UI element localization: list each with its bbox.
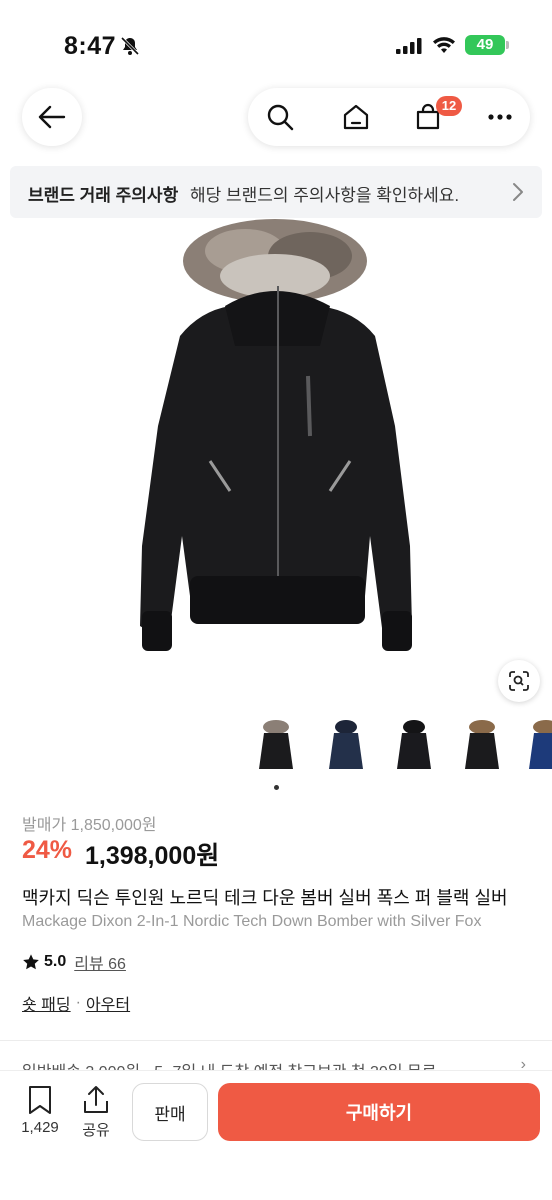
image-search-button[interactable] [498,660,540,702]
star-icon [23,954,39,970]
product-title-english: Mackage Dixon 2-In-1 Nordic Tech Down Bo… [22,913,482,930]
bottom-action-bar: 1,429 공유 판매 구매하기 [0,1070,552,1200]
thumbnail-strip [250,716,552,786]
more-button[interactable] [470,88,530,146]
back-button[interactable] [22,88,82,146]
bookmark-icon [29,1086,51,1114]
thumbnail-blue[interactable] [520,716,552,778]
release-price: 발매가 1,850,000원 [22,817,157,834]
cart-button[interactable]: 12 [398,88,462,146]
bookmark-count: 1,429 [21,1119,59,1136]
status-time: 8:47 [64,32,117,60]
battery-indicator: 49 [465,35,509,55]
home-button[interactable] [326,88,386,146]
review-link[interactable]: 리뷰 66 [74,950,126,974]
thumbnail-navy[interactable] [320,716,372,778]
wifi-icon [433,37,455,53]
bookmark-button[interactable]: 1,429 [10,1085,70,1136]
search-icon [267,104,294,131]
arrow-left-icon [38,105,66,129]
carousel-dot-active [274,785,279,790]
section-divider [0,1040,552,1041]
product-title-korean: 맥카지 딕슨 투인원 노르딕 테크 다운 봄버 실버 폭스 퍼 블랙 실버 [22,888,508,908]
category-breadcrumb: 숏 패딩 · 아우터 [22,991,130,1015]
chevron-right-icon [513,183,523,201]
home-icon [343,104,369,130]
buy-button[interactable]: 구매하기 [218,1083,540,1141]
thumbnail-black[interactable] [388,716,440,778]
discount-rate: 24% [22,836,73,864]
notice-title: 브랜드 거래 주의사항 [28,186,179,205]
sell-button[interactable]: 판매 [132,1083,208,1141]
share-label: 공유 [82,1122,110,1139]
top-actions: 12 [248,88,530,146]
lens-search-icon [509,671,529,691]
share-icon [84,1086,108,1113]
sale-price: 1,398,000원 [85,842,220,870]
thumbnail-black-silver-fur[interactable] [250,716,302,778]
share-button[interactable]: 공유 [66,1085,126,1140]
brand-notice-banner[interactable]: 브랜드 거래 주의사항 해당 브랜드의 주의사항을 확인하세요. [10,166,542,218]
product-image[interactable] [120,216,432,666]
rating-row: 5.0 리뷰 66 [22,950,126,974]
more-horizontal-icon [488,114,512,120]
notice-description: 해당 브랜드의 주의사항을 확인하세요. [190,186,460,205]
rating-score: 5.0 [44,953,67,970]
bell-muted-icon [120,36,140,56]
category-link-short-padding[interactable]: 숏 패딩 [22,991,71,1015]
cart-count-badge: 12 [436,96,462,116]
category-separator: · [75,994,81,1011]
search-button[interactable] [250,88,310,146]
thumbnail-black-brown-fur[interactable] [456,716,508,778]
cellular-signal-icon [396,38,422,54]
category-link-outer[interactable]: 아우터 [86,991,130,1015]
status-bar: 8:47 49 [0,0,552,80]
